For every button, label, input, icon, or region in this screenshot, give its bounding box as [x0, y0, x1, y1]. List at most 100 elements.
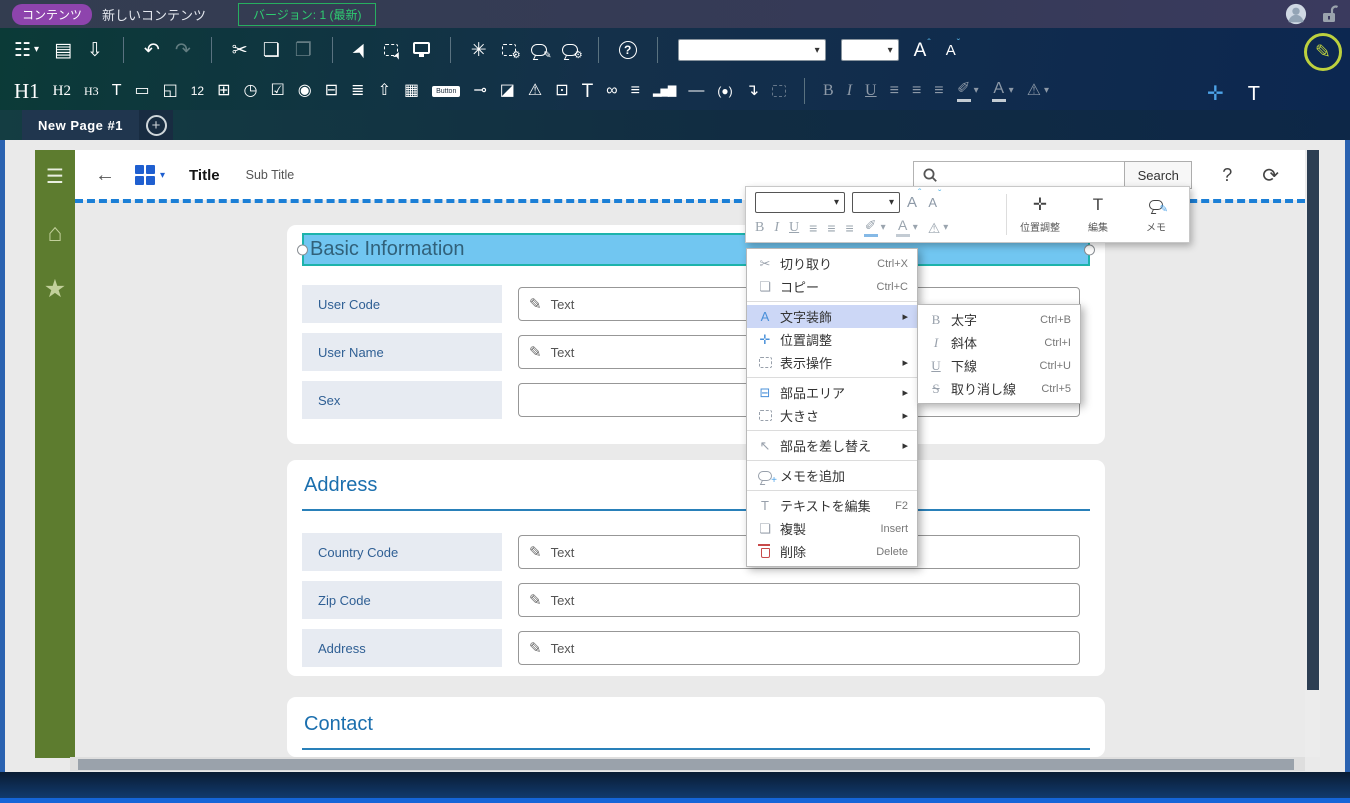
menu-item-replace-part[interactable]: ↖ 部品を差し替え▸ — [747, 434, 917, 457]
link-button[interactable]: ∞ — [606, 83, 617, 99]
edit-button[interactable]: T 編集 — [1069, 195, 1127, 234]
text-edit-icon[interactable]: T — [1248, 84, 1260, 104]
menu-item-add-memo[interactable]: + メモを追加 — [747, 464, 917, 487]
home-icon[interactable]: ⌂ — [47, 219, 62, 248]
time-field-button[interactable]: ◷ — [243, 83, 257, 99]
menu-item-part-area[interactable]: ⊟ 部品エリア▸ — [747, 381, 917, 404]
help-icon[interactable]: ? — [1222, 165, 1232, 186]
menu-item-delete[interactable]: 削除Delete — [747, 540, 917, 563]
submenu-item-underline[interactable]: U 下線Ctrl+U — [918, 354, 1080, 377]
search-input[interactable] — [945, 168, 1116, 183]
date-field-button[interactable]: ⊞ — [217, 83, 230, 99]
menu-item-position-adjust[interactable]: ✛ 位置調整 — [747, 328, 917, 351]
area-select-button[interactable]: ➤ — [384, 44, 398, 56]
position-adjust-icon[interactable]: ✛ — [1207, 84, 1224, 104]
area-settings-button[interactable]: ⚙ — [502, 44, 516, 56]
list-part-button[interactable]: ≡ — [631, 83, 640, 99]
upload-button[interactable]: ⇧ — [378, 83, 391, 99]
checkbox-button[interactable]: ☑ — [270, 83, 284, 99]
submenu-item-strikethrough[interactable]: S 取り消し線Ctrl+5 — [918, 377, 1080, 400]
text-part-button[interactable]: T — [582, 82, 594, 101]
font-size-select[interactable]: ▾ — [841, 39, 899, 61]
font-decrease-button[interactable]: Aˇ — [946, 43, 960, 58]
help-button[interactable]: ? — [619, 41, 637, 59]
section-title[interactable]: Address — [302, 472, 1090, 509]
loading-parts-button[interactable]: ✳ — [471, 41, 487, 60]
font-color-button[interactable]: A▾ — [992, 81, 1014, 102]
button-part-button[interactable]: Button — [432, 86, 460, 97]
chevron-down-icon[interactable]: ▾ — [160, 170, 165, 181]
text-input-field[interactable]: ✎Text — [518, 583, 1080, 617]
status-style-button[interactable]: ⚠▾ — [1027, 83, 1049, 99]
font-decrease-button[interactable]: Aˇ — [928, 195, 941, 210]
listbox-button[interactable]: ≣ — [351, 83, 364, 99]
fill-color-button[interactable]: ✐▾ — [864, 218, 886, 237]
menu-item-copy[interactable]: ❏ コピーCtrl+C — [747, 275, 917, 298]
switch-button[interactable]: ⊸ — [473, 83, 486, 99]
font-size-select[interactable]: ▾ — [852, 192, 900, 213]
chart-button[interactable]: ▂▅▇ — [653, 86, 675, 97]
horizontal-scrollbar-thumb[interactable] — [78, 759, 1294, 770]
source-view-button[interactable]: ▤ — [54, 41, 72, 60]
textarea-button[interactable]: ◱ — [163, 83, 178, 99]
app-grid-icon[interactable] — [135, 165, 155, 185]
unlock-icon[interactable] — [1321, 4, 1338, 25]
fill-color-button[interactable]: ✐▾ — [957, 81, 979, 102]
select-field-button[interactable]: ⊟ — [325, 83, 338, 99]
heading2-button[interactable]: H2 — [53, 84, 71, 99]
radio-button[interactable]: ◉ — [298, 83, 312, 99]
version-badge[interactable]: バージョン: 1 (最新) — [238, 3, 376, 26]
user-avatar[interactable] — [1285, 3, 1307, 25]
font-increase-button[interactable]: Aˆ — [914, 41, 931, 60]
back-arrow-icon[interactable]: ← — [95, 164, 115, 187]
font-color-button[interactable]: A▾ — [896, 218, 918, 237]
hline-button[interactable]: — — [688, 83, 704, 99]
position-adjust-button[interactable]: ✛ 位置調整 — [1011, 195, 1069, 234]
heading3-button[interactable]: H3 — [84, 85, 99, 97]
menu-item-cut[interactable]: ✂ 切り取りCtrl+X — [747, 252, 917, 275]
toggle-button[interactable]: (●) — [717, 85, 732, 97]
horizontal-scrollbar[interactable] — [70, 757, 1305, 771]
flow-button[interactable]: ↴ — [746, 83, 759, 99]
submenu-item-italic[interactable]: I 斜体Ctrl+I — [918, 331, 1080, 354]
select-tool-button[interactable]: ➤ — [353, 41, 369, 60]
undo-button[interactable]: ↶ — [144, 41, 160, 60]
tab-new-page-1[interactable]: New Page #1 — [22, 110, 139, 140]
publish-db-button[interactable]: ☷▾ — [14, 41, 39, 60]
status-part-button[interactable]: ⚠ — [528, 83, 542, 99]
submenu-item-bold[interactable]: B 太字Ctrl+B — [918, 308, 1080, 331]
heading1-button[interactable]: H1 — [14, 81, 40, 102]
menu-item-size[interactable]: 大きさ▸ — [747, 404, 917, 427]
copy-button[interactable]: ❏ — [263, 41, 280, 60]
font-family-select[interactable]: ▾ — [678, 39, 826, 61]
memo-button[interactable]: ✎ メモ — [1127, 195, 1185, 234]
number-field-button[interactable]: 12 — [191, 85, 204, 97]
vertical-scrollbar[interactable] — [1305, 150, 1320, 757]
menu-item-display-operation[interactable]: 表示操作▸ — [747, 351, 917, 374]
refresh-icon[interactable]: ⟳ — [1262, 163, 1279, 188]
star-icon[interactable]: ★ — [44, 274, 66, 304]
menu-item-edit-text[interactable]: T テキストを編集F2 — [747, 494, 917, 517]
text-field-button[interactable]: T — [112, 83, 122, 99]
add-page-button[interactable]: + — [139, 110, 173, 140]
resize-handle-right[interactable] — [1084, 244, 1095, 255]
table-button[interactable]: ▦ — [404, 83, 419, 99]
preview-button[interactable] — [413, 42, 430, 58]
vertical-scrollbar-thumb[interactable] — [1307, 150, 1319, 690]
memo-settings-button[interactable]: ⚙ — [562, 44, 578, 56]
text-input-field[interactable]: ✎Text — [518, 631, 1080, 665]
export-button[interactable]: ⇩ — [87, 41, 103, 60]
font-family-select[interactable]: ▾ — [755, 192, 845, 213]
menu-item-duplicate[interactable]: ❏ 複製Insert — [747, 517, 917, 540]
status-style-button[interactable]: ⚠▾ — [928, 221, 949, 235]
memo-edit-button[interactable]: ✎ — [531, 44, 547, 56]
inline-field-button[interactable]: ▭ — [134, 83, 149, 99]
edit-mode-toggle[interactable]: ✎ — [1304, 33, 1342, 71]
menu-item-text-decoration[interactable]: A 文字装飾▸ — [747, 305, 917, 328]
panel-button[interactable]: ⊡ — [555, 83, 568, 99]
font-increase-button[interactable]: Aˆ — [907, 194, 921, 211]
image-button[interactable]: ◪ — [500, 83, 515, 99]
hamburger-icon[interactable]: ☰ — [46, 164, 64, 189]
cut-button[interactable]: ✂ — [232, 41, 248, 60]
search-button[interactable]: Search — [1124, 161, 1192, 189]
